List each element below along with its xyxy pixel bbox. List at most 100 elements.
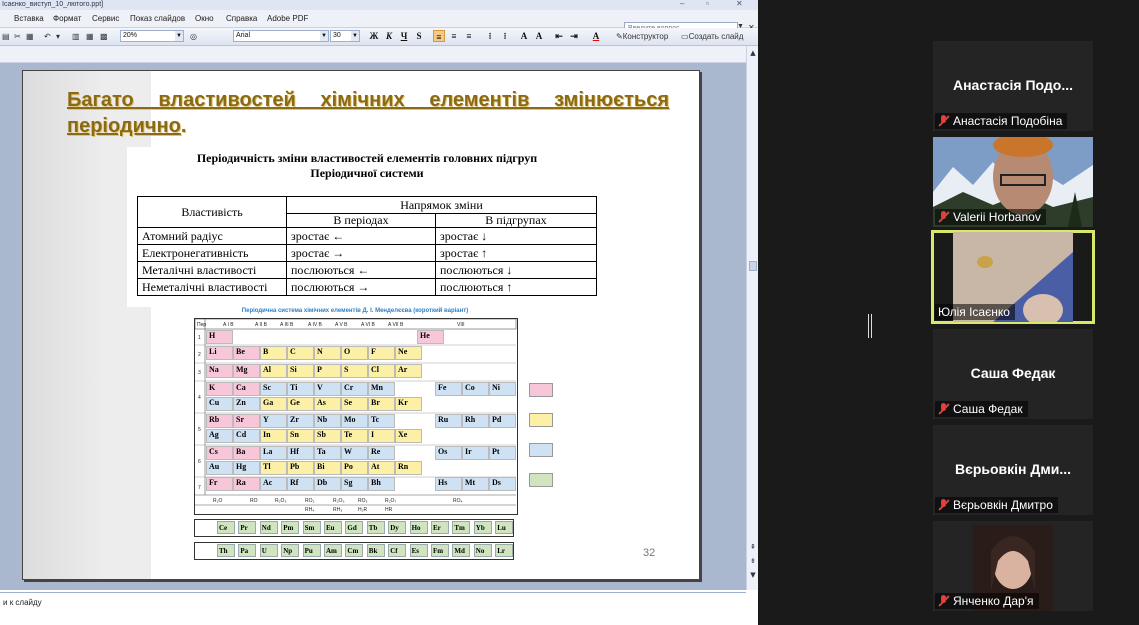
menu-insert[interactable]: Вставка bbox=[14, 14, 44, 23]
scroll-down-icon[interactable]: ▼ bbox=[748, 570, 758, 580]
constructor-button[interactable]: ✎Конструктор bbox=[616, 31, 668, 42]
participant-name-label: Янченко Дар'я bbox=[935, 593, 1039, 609]
maximize-icon[interactable]: ▫ bbox=[706, 0, 709, 8]
align-left-button[interactable]: ≡ bbox=[433, 30, 445, 42]
font-color-button[interactable]: A bbox=[590, 30, 602, 42]
menu-help[interactable]: Справка bbox=[226, 14, 257, 23]
decrease-indent-button[interactable]: ⇤ bbox=[553, 30, 565, 42]
element-cell: At bbox=[368, 461, 395, 475]
element-cell: Ir bbox=[462, 446, 489, 460]
element-cell: Mn bbox=[368, 382, 395, 396]
scroll-up-icon[interactable]: ▲ bbox=[748, 48, 758, 58]
cut-icon[interactable]: ✂ bbox=[14, 31, 21, 42]
participant-tile[interactable]: Valerii Horbanov bbox=[933, 137, 1093, 227]
svg-text:R₂O₃: R₂O₃ bbox=[275, 498, 286, 504]
increase-indent-button[interactable]: ⇥ bbox=[568, 30, 580, 42]
element-cell: Cd bbox=[233, 429, 260, 443]
svg-text:A III B: A III B bbox=[280, 322, 294, 328]
actinides-row: Th Pa U Np Pu Am Cm Bk Cf Es Fm Md No Lr bbox=[194, 542, 514, 560]
element-cell: H bbox=[206, 330, 233, 344]
new-slide-button[interactable]: ▭Создать слайд bbox=[681, 31, 743, 42]
chevron-down-icon[interactable]: ▾ bbox=[56, 31, 60, 42]
table-icon[interactable]: ▦ bbox=[86, 31, 94, 42]
element-cell: Ge bbox=[287, 397, 314, 411]
menu-slideshow[interactable]: Показ слайдов bbox=[130, 14, 185, 23]
notes-pane[interactable]: и к слайду bbox=[0, 592, 746, 625]
help-icon[interactable]: ◎ bbox=[190, 31, 197, 42]
paste-icon[interactable]: ▦ bbox=[26, 31, 34, 42]
element-cell: Ra bbox=[233, 477, 260, 491]
menu-adobe-pdf[interactable]: Adobe PDF bbox=[267, 14, 308, 23]
element-cell: S bbox=[341, 364, 368, 378]
participant-display-name: Анастасія Подо... bbox=[952, 77, 1074, 93]
font-size-select[interactable]: 30 ▼ bbox=[330, 30, 360, 42]
element-cell: Si bbox=[287, 364, 314, 378]
italic-button[interactable]: К bbox=[383, 30, 395, 42]
element-cell: Th bbox=[217, 544, 235, 557]
menu-window[interactable]: Окно bbox=[195, 14, 214, 23]
element-cell: Sb bbox=[314, 429, 341, 443]
close-icon[interactable]: ✕ bbox=[736, 0, 743, 8]
element-cell: Ni bbox=[489, 382, 516, 396]
grid-icon[interactable]: ▩ bbox=[100, 31, 108, 42]
element-cell: Ac bbox=[260, 477, 287, 491]
slide-canvas[interactable]: Багато властивостей хімічних елементів з… bbox=[22, 70, 700, 580]
element-cell: Mg bbox=[233, 364, 260, 378]
zoom-select[interactable]: 20% ▼ bbox=[120, 30, 184, 42]
menu-format[interactable]: Формат bbox=[53, 14, 81, 23]
element-cell: Ar bbox=[395, 364, 422, 378]
element-cell: In bbox=[260, 429, 287, 443]
element-cell: Db bbox=[314, 477, 341, 491]
element-cell: C bbox=[287, 346, 314, 360]
legend-p-elements bbox=[529, 413, 553, 427]
bullets-button[interactable]: ⁝ bbox=[499, 30, 511, 42]
decrease-font-button[interactable]: A bbox=[533, 30, 545, 42]
element-cell: K bbox=[206, 382, 233, 396]
element-cell: Ba bbox=[233, 446, 260, 460]
scroll-thumb[interactable] bbox=[749, 261, 757, 271]
element-cell: Nb bbox=[314, 414, 341, 428]
minimize-icon[interactable]: – bbox=[680, 0, 684, 8]
element-cell: Pa bbox=[238, 544, 257, 557]
bold-button[interactable]: Ж bbox=[368, 30, 380, 42]
element-cell: He bbox=[417, 330, 444, 344]
align-right-button[interactable]: ≡ bbox=[463, 30, 475, 42]
previous-slide-icon[interactable]: ⇞ bbox=[748, 542, 758, 552]
element-cell: Pt bbox=[489, 446, 516, 460]
window-titlebar: Ісаєнко_виступ_10_лютого.ppt] – ▫ ✕ bbox=[0, 0, 758, 10]
next-slide-icon[interactable]: ⇟ bbox=[748, 556, 758, 566]
align-center-button[interactable]: ≡ bbox=[448, 30, 460, 42]
element-cell: Ce bbox=[217, 521, 235, 534]
participant-tile[interactable]: Анастасія Подо... Анастасія Подобіна bbox=[933, 41, 1093, 131]
chart-icon[interactable]: ▥ bbox=[72, 31, 80, 42]
vertical-scrollbar[interactable]: ▲ ⇞ ⇟ ▼ bbox=[746, 46, 758, 590]
element-cell: Xe bbox=[395, 429, 422, 443]
font-select[interactable]: Arial ▼ bbox=[233, 30, 329, 42]
element-cell: Cs bbox=[206, 446, 233, 460]
element-cell: Hf bbox=[287, 446, 314, 460]
participant-tile[interactable]: Вєрьовкін Дми... Вєрьовкін Дмитро bbox=[933, 425, 1093, 515]
element-cell: Ne bbox=[395, 346, 422, 360]
element-cell: Te bbox=[341, 429, 368, 443]
panel-resize-handle[interactable] bbox=[868, 314, 872, 338]
element-cell: Y bbox=[260, 414, 287, 428]
participant-tile-active[interactable]: Юлія Ісаєнко bbox=[931, 230, 1095, 324]
element-cell: As bbox=[314, 397, 341, 411]
underline-button[interactable]: Ч bbox=[398, 30, 410, 42]
increase-font-button[interactable]: A bbox=[518, 30, 530, 42]
shared-screen: Ісаєнко_виступ_10_лютого.ppt] – ▫ ✕ Вста… bbox=[0, 0, 758, 625]
shadow-button[interactable]: S bbox=[413, 30, 425, 42]
header-groups: В підгрупах bbox=[435, 213, 597, 228]
muted-mic-icon bbox=[938, 403, 949, 415]
legend-f-elements bbox=[529, 473, 553, 487]
element-cell: Cl bbox=[368, 364, 395, 378]
element-cell: Eu bbox=[324, 521, 342, 534]
participant-tile[interactable]: Янченко Дар'я bbox=[933, 521, 1093, 611]
participant-tile[interactable]: Саша Федак Саша Федак bbox=[933, 329, 1093, 419]
undo-icon[interactable]: ↶ bbox=[44, 31, 51, 42]
open-icon[interactable]: ▤ bbox=[2, 31, 10, 42]
numbering-button[interactable]: ⁝ bbox=[484, 30, 496, 42]
element-cell: La bbox=[260, 446, 287, 460]
menu-service[interactable]: Сервис bbox=[92, 14, 119, 23]
element-cell: Tb bbox=[366, 521, 385, 534]
